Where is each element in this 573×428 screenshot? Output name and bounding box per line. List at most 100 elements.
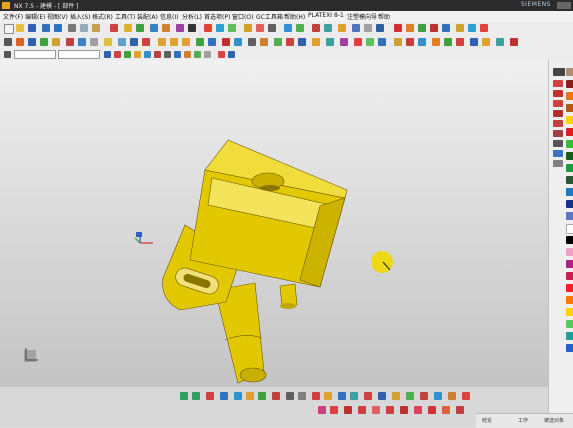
- palette-swatch-1[interactable]: [566, 68, 573, 76]
- split-body-icon[interactable]: [208, 38, 216, 46]
- clipping-icon[interactable]: [392, 392, 400, 400]
- blend-icon[interactable]: [162, 24, 170, 32]
- thread-icon[interactable]: [482, 38, 490, 46]
- pattern-icon[interactable]: [222, 38, 230, 46]
- wireframe-icon[interactable]: [268, 24, 276, 32]
- restore-view-icon[interactable]: [434, 392, 442, 400]
- selection-menu-icon[interactable]: [4, 51, 11, 58]
- bounded-grid-icon[interactable]: [204, 51, 211, 58]
- view-trimetric-icon[interactable]: [272, 392, 280, 400]
- view-right-icon[interactable]: [206, 392, 214, 400]
- datum-plane-icon[interactable]: [118, 38, 126, 46]
- mirror-icon[interactable]: [234, 38, 242, 46]
- menu-view[interactable]: 视图(V): [47, 12, 68, 21]
- layer-icon[interactable]: [284, 24, 292, 32]
- lifter-icon[interactable]: [414, 406, 422, 414]
- sync-icon[interactable]: [312, 38, 320, 46]
- menu-toggle-icon[interactable]: [4, 38, 12, 46]
- unite-icon[interactable]: [158, 38, 166, 46]
- palette-swatch-23[interactable]: [566, 332, 573, 340]
- mold-core-icon[interactable]: [330, 406, 338, 414]
- expression-icon[interactable]: [340, 38, 348, 46]
- zoom-icon[interactable]: [228, 24, 236, 32]
- palette-icon[interactable]: [553, 160, 563, 167]
- menu-tools[interactable]: 工具(T): [115, 12, 135, 21]
- menu-gc-toolkit[interactable]: GC工具箱: [256, 12, 283, 21]
- existing-point-icon[interactable]: [174, 51, 181, 58]
- menu-assemblies[interactable]: 装配(A): [137, 12, 158, 21]
- palette-swatch-9[interactable]: [566, 164, 573, 172]
- palette-swatch-12[interactable]: [566, 200, 573, 208]
- line-tool-icon[interactable]: [553, 80, 563, 87]
- rotate-view-icon[interactable]: [204, 24, 212, 32]
- datum-axis-icon[interactable]: [130, 38, 138, 46]
- palette-swatch-7[interactable]: [566, 140, 573, 148]
- menu-window[interactable]: 窗口(O): [232, 12, 253, 21]
- intersect-icon[interactable]: [182, 38, 190, 46]
- background-icon[interactable]: [378, 392, 386, 400]
- mold-layout-icon[interactable]: [344, 406, 352, 414]
- model-view[interactable]: [0, 60, 548, 400]
- mold-tool-icon[interactable]: [406, 24, 414, 32]
- palette-swatch-11[interactable]: [566, 188, 573, 196]
- trim-body-icon[interactable]: [196, 38, 204, 46]
- datum-csys-icon[interactable]: [142, 38, 150, 46]
- point-on-curve-icon[interactable]: [184, 51, 191, 58]
- move-face-icon[interactable]: [298, 38, 306, 46]
- control-point-icon[interactable]: [134, 51, 141, 58]
- runner-icon[interactable]: [428, 406, 436, 414]
- sketch-icon[interactable]: [110, 24, 118, 32]
- display-icon[interactable]: [352, 24, 360, 32]
- show-icon[interactable]: [376, 24, 384, 32]
- open-icon[interactable]: [16, 24, 24, 32]
- palette-swatch-20[interactable]: [566, 296, 573, 304]
- visualization-icon[interactable]: [406, 392, 414, 400]
- arc-tool-icon[interactable]: [553, 90, 563, 97]
- subtract-icon[interactable]: [170, 38, 178, 46]
- palette-swatch-24[interactable]: [566, 344, 573, 352]
- menu-insert[interactable]: 插入(S): [70, 12, 91, 21]
- rectangle-tool-icon[interactable]: [553, 100, 563, 107]
- selection-filter-dropdown[interactable]: [14, 50, 56, 59]
- wave-icon[interactable]: [326, 38, 334, 46]
- palette-swatch-8[interactable]: [566, 152, 573, 160]
- mold-cavity-icon[interactable]: [318, 406, 326, 414]
- hidden-edge-icon[interactable]: [298, 392, 306, 400]
- palette-swatch-6[interactable]: [566, 128, 573, 136]
- palette-swatch-10[interactable]: [566, 176, 573, 184]
- sub-insert-icon[interactable]: [386, 406, 394, 414]
- menu-platexi[interactable]: PLATEXI 8-1: [308, 12, 344, 19]
- mesh-icon[interactable]: [366, 38, 374, 46]
- palette-swatch-19[interactable]: [566, 284, 573, 292]
- chamfer-icon[interactable]: [176, 24, 184, 32]
- paste-icon[interactable]: [92, 24, 100, 32]
- shaded-icon[interactable]: [256, 24, 264, 32]
- pan-icon[interactable]: [216, 24, 224, 32]
- core-icon[interactable]: [442, 24, 450, 32]
- emboss-icon[interactable]: [496, 38, 504, 46]
- gate-icon[interactable]: [480, 24, 488, 32]
- menu-help-2[interactable]: 帮助: [378, 12, 390, 21]
- cut-icon[interactable]: [68, 24, 76, 32]
- parting-icon[interactable]: [418, 24, 426, 32]
- spline-icon[interactable]: [66, 38, 74, 46]
- edge-display-icon[interactable]: [286, 392, 294, 400]
- trim-icon[interactable]: [90, 38, 98, 46]
- render-icon[interactable]: [338, 24, 346, 32]
- line-icon[interactable]: [28, 38, 36, 46]
- point-icon[interactable]: [16, 38, 24, 46]
- hole-icon[interactable]: [150, 24, 158, 32]
- view-back-icon[interactable]: [234, 392, 242, 400]
- rib-icon[interactable]: [418, 38, 426, 46]
- snap-point-icon[interactable]: [104, 51, 111, 58]
- graphics-window[interactable]: [0, 60, 548, 400]
- analysis-icon[interactable]: [312, 24, 320, 32]
- copy-icon[interactable]: [80, 24, 88, 32]
- palette-swatch-17[interactable]: [566, 260, 573, 268]
- surface-icon[interactable]: [354, 38, 362, 46]
- quadrant-point-icon[interactable]: [164, 51, 171, 58]
- point-on-surface-icon[interactable]: [194, 51, 201, 58]
- perspective-icon[interactable]: [420, 392, 428, 400]
- offset-face-icon[interactable]: [510, 38, 518, 46]
- sew-icon[interactable]: [248, 38, 256, 46]
